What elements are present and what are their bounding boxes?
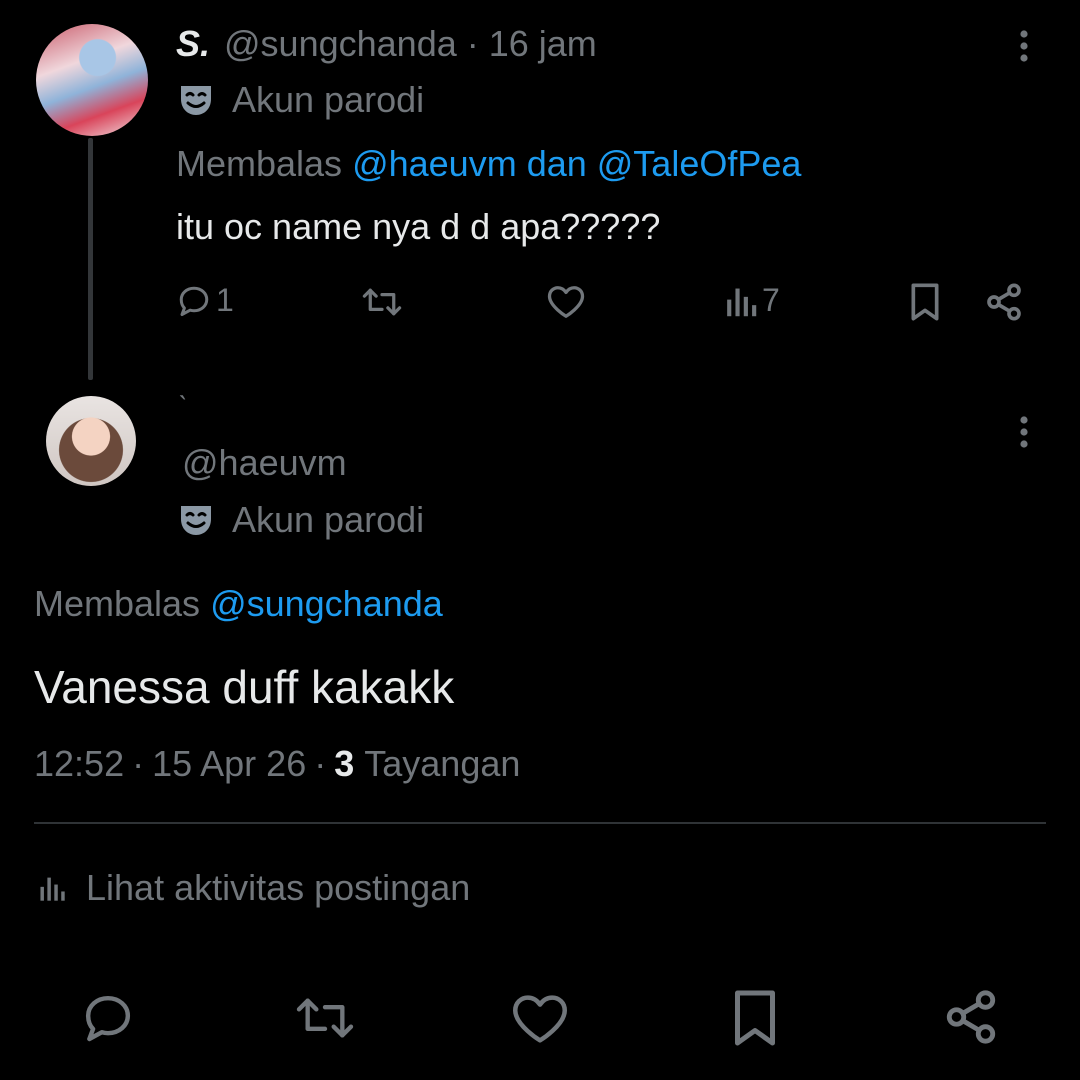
share-button[interactable] (984, 282, 1024, 327)
reply-prefix: Membalas (34, 583, 201, 624)
parody-label: Akun parodi (232, 79, 425, 120)
timestamp[interactable]: 16 jam (489, 23, 597, 65)
like-icon (513, 995, 567, 1043)
post-activity-link[interactable]: Lihat aktivitas postingan (36, 866, 470, 910)
thread-line (88, 138, 93, 380)
views-label: Tayangan (364, 743, 521, 784)
retweet-icon (296, 998, 354, 1038)
mention-haeuvm[interactable]: @haeuvm (352, 143, 517, 185)
views-count: 7 (762, 282, 780, 318)
like-icon (547, 286, 585, 318)
reply-conjunction: dan (526, 143, 587, 184)
more-vertical-icon (1020, 416, 1028, 448)
like-button[interactable] (546, 284, 586, 325)
share-icon (987, 283, 1021, 321)
more-vertical-icon (1020, 30, 1028, 62)
bookmark-icon (735, 990, 775, 1046)
separator: · (132, 743, 145, 784)
views-button[interactable]: 7 (724, 282, 780, 319)
display-name[interactable]: S. (176, 23, 210, 65)
activity-label: Lihat aktivitas postingan (86, 867, 471, 908)
tweet-time[interactable]: 12:52 (34, 743, 124, 785)
share-icon (946, 990, 996, 1044)
bookmark-button[interactable] (730, 988, 780, 1053)
tweet-text: Vanessa duff kakakk (34, 661, 455, 713)
reply-button[interactable]: 1 (176, 282, 234, 319)
reply-button[interactable] (80, 990, 136, 1051)
mention-sungchanda[interactable]: @sungchanda (210, 583, 443, 625)
like-button[interactable] (510, 992, 570, 1051)
avatar-haeuvm[interactable] (46, 396, 136, 486)
divider (34, 822, 1046, 824)
parody-mask-icon (181, 86, 211, 115)
bookmark-icon (911, 283, 939, 321)
tweet-date[interactable]: 15 Apr 26 (152, 743, 306, 785)
parody-mask-icon (181, 506, 211, 535)
reply-prefix: Membalas (176, 143, 343, 184)
reply-icon (179, 286, 209, 316)
reply-count: 1 (216, 282, 234, 318)
parody-badge: Akun parodi (178, 498, 424, 542)
views-icon (40, 877, 65, 901)
reply-context: Membalas @sungchanda (34, 582, 443, 626)
tweet-metadata: 12:52 · 15 Apr 26 · 3 Tayangan (34, 742, 520, 786)
separator: · (466, 23, 479, 64)
mention-taleofpea[interactable]: @TaleOfPea (597, 143, 802, 185)
tweet-text: itu oc name nya d d apa????? (176, 206, 661, 247)
more-options-button[interactable] (1006, 28, 1042, 69)
parody-badge: Akun parodi (178, 78, 424, 122)
reply-context: Membalas @haeuvm dan @TaleOfPea (176, 142, 801, 186)
share-button[interactable] (942, 988, 1000, 1051)
parody-label: Akun parodi (232, 499, 425, 540)
tweet1-header: S. @sungchanda · 16 jam (176, 22, 597, 66)
retweet-button[interactable] (292, 992, 358, 1049)
reply-icon (85, 995, 131, 1042)
display-name[interactable]: ˴ (178, 378, 187, 410)
views-count: 3 (334, 743, 355, 784)
avatar-sungchanda[interactable] (36, 24, 148, 136)
more-options-button[interactable] (1006, 414, 1042, 455)
retweet-button[interactable] (360, 284, 404, 325)
bookmark-button[interactable] (908, 282, 942, 327)
separator: · (314, 743, 327, 784)
retweet-icon (362, 288, 402, 316)
views-icon (727, 288, 757, 316)
user-handle[interactable]: @sungchanda (224, 23, 457, 65)
user-handle[interactable]: @haeuvm (182, 442, 347, 484)
